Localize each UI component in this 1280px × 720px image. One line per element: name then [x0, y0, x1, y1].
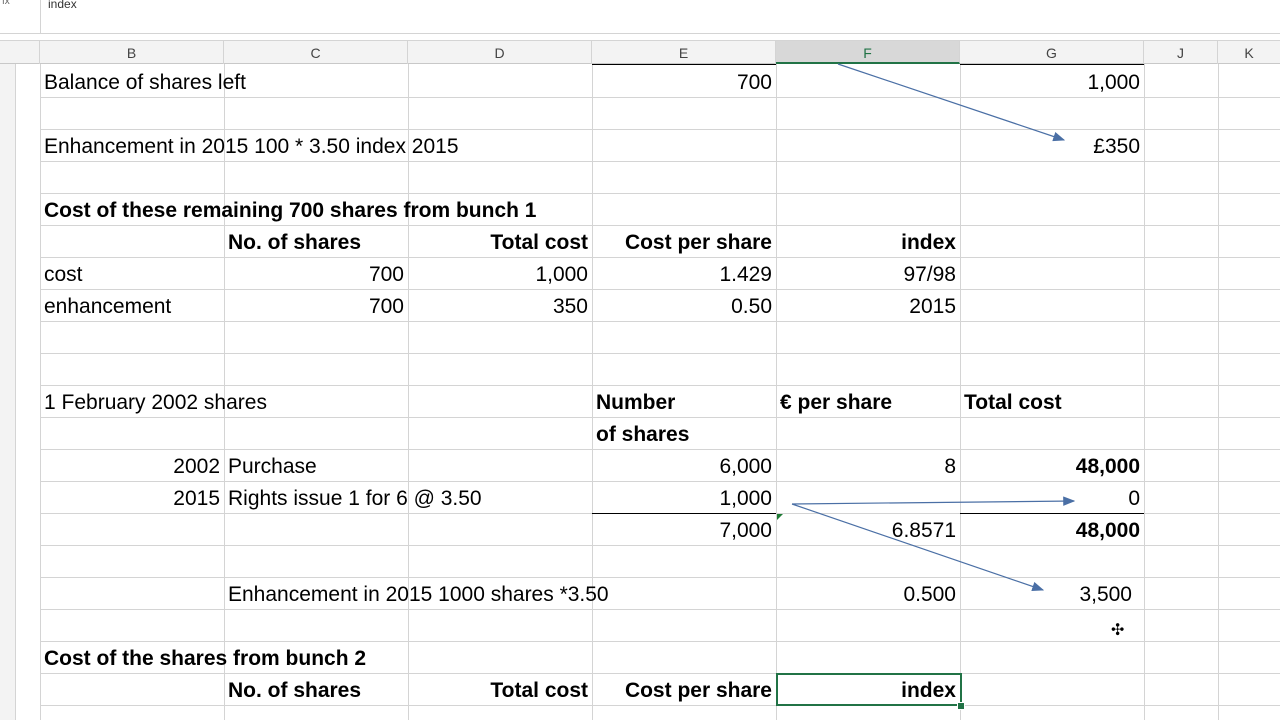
cell-b-enhancement-label[interactable]: Enhancement in 2015 100 * 3.50 index 201… [40, 130, 592, 162]
cell-f-avg-price[interactable]: 6.8571 [776, 514, 960, 546]
cell-e-rights-shares[interactable]: 1,000 [592, 482, 776, 514]
cell-c-cost[interactable]: 700 [224, 258, 408, 290]
header-of-shares[interactable]: of shares [592, 418, 776, 450]
header-index[interactable]: index [776, 226, 960, 258]
cell-c-enhancement[interactable]: 700 [224, 290, 408, 322]
header-euro-per-share[interactable]: € per share [776, 386, 960, 418]
cell-g-enhancement-total[interactable]: 3,500 [960, 578, 1136, 610]
grid-hline [40, 353, 1280, 354]
cell-b-balance-label[interactable]: Balance of shares left [40, 66, 592, 98]
cell-b-enhancement[interactable]: enhancement [40, 290, 224, 322]
cell-g-balance[interactable]: 1,000 [960, 66, 1144, 98]
cell-e-balance[interactable]: 700 [592, 66, 776, 98]
cell-e-cost[interactable]: 1.429 [592, 258, 776, 290]
cell-f-cost[interactable]: 97/98 [776, 258, 960, 290]
grid-vline [1218, 64, 1219, 720]
cell-c-rights-issue[interactable]: Rights issue 1 for 6 @ 3.50 [224, 482, 592, 514]
cell-b-2015[interactable]: 2015 [40, 482, 224, 514]
cell-g-total-cost[interactable]: 48,000 [960, 514, 1144, 546]
cell-e-purchase-shares[interactable]: 6,000 [592, 450, 776, 482]
header-no-of-shares[interactable]: No. of shares [224, 226, 408, 258]
cell-g-rights-total[interactable]: 0 [960, 482, 1144, 514]
cell-border-top [592, 64, 776, 65]
cell-g-enhancement[interactable]: £350 [960, 130, 1144, 162]
cell-e-enhancement[interactable]: 0.50 [592, 290, 776, 322]
cell-e-total-shares[interactable]: 7,000 [592, 514, 776, 546]
mouse-cursor-icon: ✣ [1111, 622, 1125, 639]
cell-b-cost[interactable]: cost [40, 258, 224, 290]
grid-vline [1144, 64, 1145, 720]
cell-f-enhancement-per-share[interactable]: 0.500 [776, 578, 960, 610]
header-total-cost-2[interactable]: Total cost [960, 386, 1144, 418]
cell-g-purchase-total[interactable]: 48,000 [960, 450, 1144, 482]
spreadsheet-grid [0, 0, 1280, 720]
cell-d-enhancement[interactable]: 350 [408, 290, 592, 322]
cell-c-purchase[interactable]: Purchase [224, 450, 592, 482]
section-title-bunch1[interactable]: Cost of these remaining 700 shares from … [40, 194, 776, 226]
section-title-bunch2[interactable]: Cost of the shares from bunch 2 [40, 642, 592, 674]
error-indicator-icon[interactable] [777, 514, 783, 520]
header-total-cost-3[interactable]: Total cost [408, 674, 592, 706]
cell-b-2002[interactable]: 2002 [40, 450, 224, 482]
fill-handle[interactable] [957, 702, 965, 710]
header-total-cost[interactable]: Total cost [408, 226, 592, 258]
header-no-of-shares-2[interactable]: No. of shares [224, 674, 408, 706]
cell-b-feb-2002-shares[interactable]: 1 February 2002 shares [40, 386, 592, 418]
header-cost-per-share[interactable]: Cost per share [592, 226, 776, 258]
header-cost-per-share-2[interactable]: Cost per share [592, 674, 776, 706]
active-cell-selection[interactable] [776, 673, 962, 706]
header-number[interactable]: Number [592, 386, 776, 418]
cell-border-top [960, 64, 1144, 65]
cell-f-enhancement[interactable]: 2015 [776, 290, 960, 322]
cell-d-cost[interactable]: 1,000 [408, 258, 592, 290]
cell-c-enhancement-2015[interactable]: Enhancement in 2015 1000 shares *3.50 [224, 578, 776, 610]
cell-f-purchase-price[interactable]: 8 [776, 450, 960, 482]
